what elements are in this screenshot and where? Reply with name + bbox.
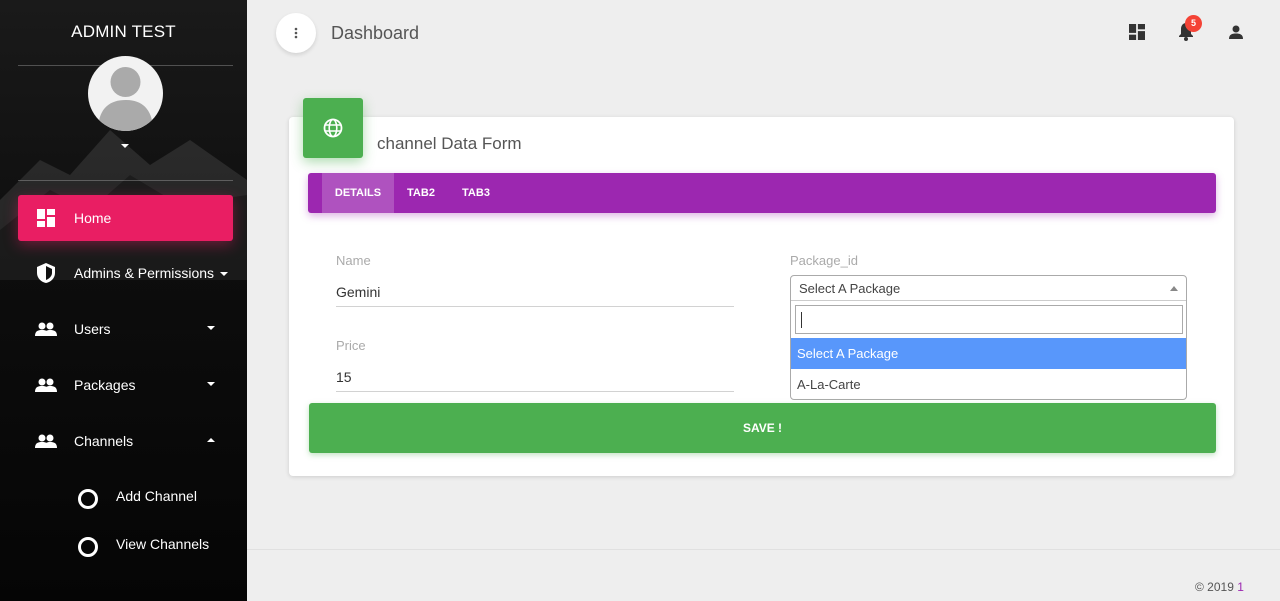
user-profile-button[interactable] [1226,22,1246,42]
sidebar-divider [18,180,233,181]
price-input-underline [336,391,734,392]
name-input-underline [336,306,734,307]
sidebar-item-home[interactable]: Home [18,195,233,241]
people-icon [35,374,57,396]
chevron-down-icon [207,382,215,386]
sidebar-subitem-label: View Channels [116,536,210,552]
avatar[interactable] [88,56,163,131]
form-tabs: DETAILS TAB2 TAB3 [308,173,1216,213]
sidebar-item-packages[interactable]: Packages [18,362,233,408]
sidebar-item-channels[interactable]: Channels [18,418,233,464]
person-icon [1229,25,1243,39]
chevron-up-icon [207,438,215,442]
shield-icon [35,262,57,284]
save-button[interactable]: SAVE ! [309,403,1216,453]
user-silhouette-icon [98,67,153,131]
more-vert-icon [294,27,298,39]
name-input[interactable]: Gemini [336,284,380,300]
sidebar-subitem-view-channels[interactable]: View Channels [78,536,210,557]
package-option-select-a-package[interactable]: Select A Package [791,338,1186,369]
package-select[interactable]: Select A Package [791,276,1186,301]
more-options-button[interactable] [276,13,316,53]
dashboard-icon [35,207,57,229]
name-label: Name [336,253,371,268]
sidebar-item-label: Home [74,210,112,226]
chevron-down-icon [207,326,215,330]
price-label: Price [336,338,366,353]
app-title: ADMIN TEST [71,22,176,41]
sidebar-item-label: Packages [74,377,136,393]
package-option-a-la-carte[interactable]: A-La-Carte [791,369,1186,400]
sidebar-item-admins-permissions[interactable]: Admins & Permissions [18,250,233,296]
circle-icon [78,489,98,509]
sidebar-item-label: Admins & Permissions [74,265,215,281]
package-search-input[interactable] [795,305,1183,334]
tab-tab2[interactable]: TAB2 [394,173,448,213]
people-icon [35,318,57,340]
chevron-up-icon [1170,286,1178,291]
sidebar-subitem-label: Add Channel [116,488,197,504]
avatar-caret-icon[interactable] [121,144,129,148]
package-selected-value: Select A Package [799,281,901,296]
footer-divider [247,549,1280,550]
globe-icon [323,118,343,138]
sidebar-item-label: Channels [74,433,134,449]
card-header-icon [303,98,363,158]
sidebar: ADMIN TEST Home Admins & Permissions Use… [0,0,247,601]
dashboard-toggle-button[interactable] [1127,22,1147,42]
dashboard-icon [1129,24,1145,40]
notification-count-badge: 5 [1185,15,1202,32]
page-title: Dashboard [331,23,420,43]
people-icon [35,430,57,452]
package-id-label: Package_id [790,253,858,268]
chevron-down-icon [220,272,229,276]
card-title: channel Data Form [377,134,522,153]
sidebar-item-label: Users [74,321,111,337]
text-cursor [801,312,802,328]
copyright-text: © 2019 [1195,580,1234,594]
sidebar-item-users[interactable]: Users [18,306,233,352]
sidebar-subitem-add-channel[interactable]: Add Channel [78,488,197,509]
copyright: © 2019 1 [1195,580,1244,594]
tab-tab3[interactable]: TAB3 [448,173,504,213]
package-select-dropdown[interactable]: Select A Package Select A Package A-La-C… [790,275,1187,400]
copyright-link[interactable]: 1 [1237,580,1244,594]
price-input[interactable]: 15 [336,369,352,385]
tab-details[interactable]: DETAILS [322,173,394,213]
circle-icon [78,537,98,557]
